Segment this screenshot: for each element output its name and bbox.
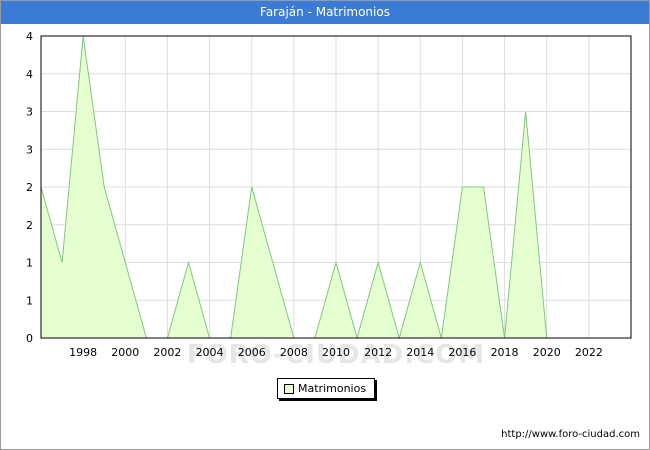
x-tick-label: 2020: [533, 346, 561, 359]
x-tick-label: 2004: [196, 346, 224, 359]
legend: Matrimonios: [277, 378, 375, 399]
y-tick-label: 1: [26, 257, 33, 270]
x-tick-label: 2002: [153, 346, 181, 359]
x-tick-label: 2018: [491, 346, 519, 359]
x-tick-label: 2008: [280, 346, 308, 359]
x-tick-label: 2000: [111, 346, 139, 359]
x-tick-label: 2022: [575, 346, 603, 359]
y-tick-label: 3: [26, 143, 33, 156]
source-url[interactable]: http://www.foro-ciudad.com: [501, 429, 640, 440]
x-tick-label: 1998: [69, 346, 97, 359]
y-tick-label: 2: [26, 181, 33, 194]
y-tick-label: 0: [26, 332, 33, 345]
x-tick-label: 2016: [448, 346, 476, 359]
y-tick-label: 2: [26, 219, 33, 232]
y-tick-label: 3: [26, 106, 33, 119]
y-tick-label: 4: [26, 68, 33, 81]
x-tick-label: 2010: [322, 346, 350, 359]
x-tick-label: 2012: [364, 346, 392, 359]
legend-swatch: [284, 384, 294, 394]
y-tick-label: 4: [26, 30, 33, 43]
y-tick-label: 1: [26, 294, 33, 307]
legend-label: Matrimonios: [298, 382, 367, 395]
x-tick-label: 2014: [406, 346, 434, 359]
chart-frame: Faraján - Matrimonios FORO-CIUDAD.COM 19…: [0, 0, 650, 450]
x-tick-label: 2006: [238, 346, 266, 359]
